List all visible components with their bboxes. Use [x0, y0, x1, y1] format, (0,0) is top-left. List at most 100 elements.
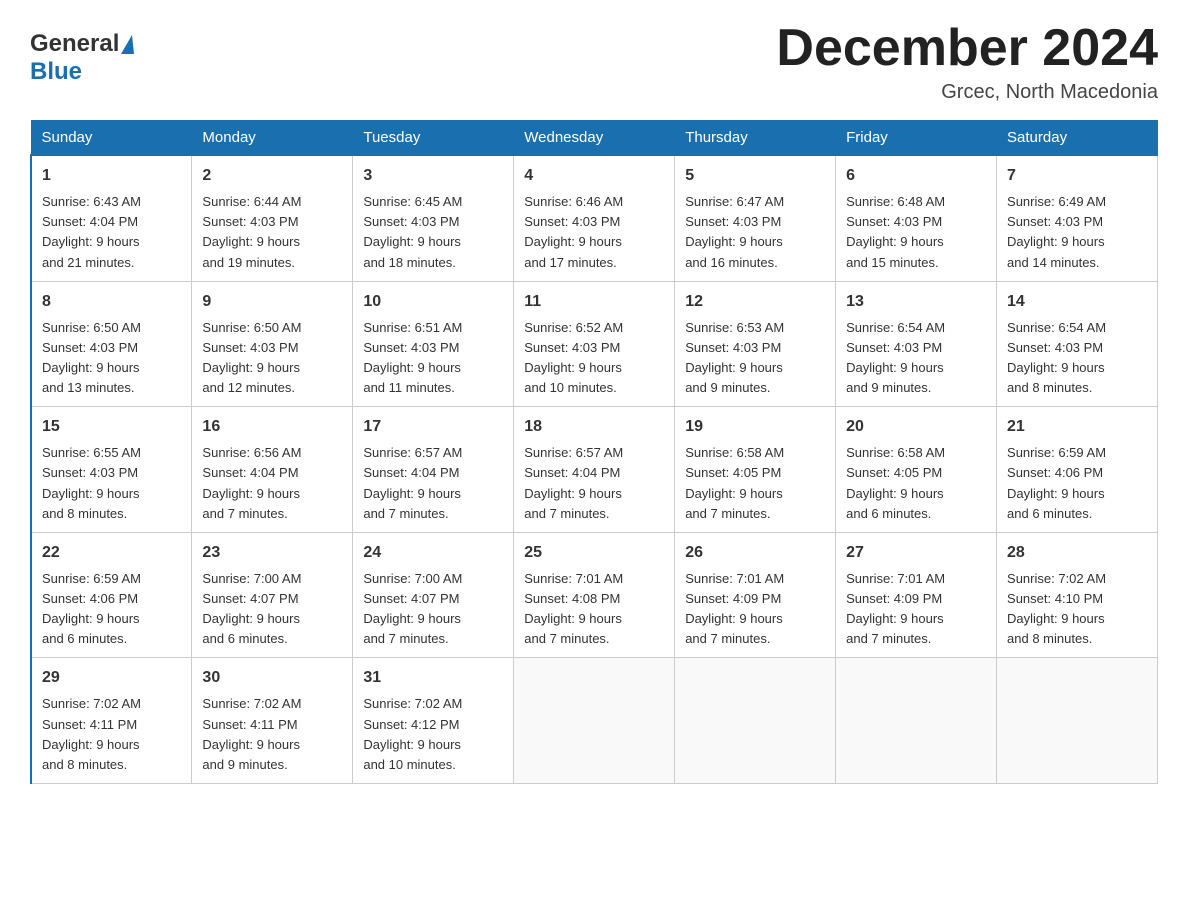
- day-info: Sunrise: 6:50 AMSunset: 4:03 PMDaylight:…: [202, 318, 342, 399]
- calendar-day-cell: 4 Sunrise: 6:46 AMSunset: 4:03 PMDaylight…: [514, 155, 675, 281]
- calendar-day-cell: [514, 658, 675, 784]
- calendar-day-cell: 28 Sunrise: 7:02 AMSunset: 4:10 PMDayligh…: [997, 532, 1158, 658]
- calendar-day-cell: 26 Sunrise: 7:01 AMSunset: 4:09 PMDayligh…: [675, 532, 836, 658]
- calendar-day-cell: 30 Sunrise: 7:02 AMSunset: 4:11 PMDayligh…: [192, 658, 353, 784]
- day-info: Sunrise: 6:57 AMSunset: 4:04 PMDaylight:…: [524, 443, 664, 524]
- day-number: 21: [1007, 415, 1147, 439]
- day-number: 18: [524, 415, 664, 439]
- day-number: 19: [685, 415, 825, 439]
- calendar-day-cell: 27 Sunrise: 7:01 AMSunset: 4:09 PMDayligh…: [836, 532, 997, 658]
- day-number: 28: [1007, 541, 1147, 565]
- calendar-day-cell: 20 Sunrise: 6:58 AMSunset: 4:05 PMDayligh…: [836, 407, 997, 533]
- day-info: Sunrise: 6:47 AMSunset: 4:03 PMDaylight:…: [685, 192, 825, 273]
- day-info: Sunrise: 7:02 AMSunset: 4:10 PMDaylight:…: [1007, 569, 1147, 650]
- calendar-day-cell: 16 Sunrise: 6:56 AMSunset: 4:04 PMDayligh…: [192, 407, 353, 533]
- logo-blue-text: Blue: [30, 58, 82, 85]
- col-thursday: Thursday: [675, 121, 836, 156]
- col-saturday: Saturday: [997, 121, 1158, 156]
- calendar-day-cell: 8 Sunrise: 6:50 AMSunset: 4:03 PMDaylight…: [31, 281, 192, 407]
- calendar-table: Sunday Monday Tuesday Wednesday Thursday…: [30, 120, 1158, 784]
- calendar-week-row: 29 Sunrise: 7:02 AMSunset: 4:11 PMDayligh…: [31, 658, 1158, 784]
- calendar-day-cell: 5Sunrise: 6:47 AMSunset: 4:03 PMDaylight…: [675, 155, 836, 281]
- calendar-day-cell: [836, 658, 997, 784]
- day-info: Sunrise: 6:46 AMSunset: 4:03 PMDaylight:…: [524, 192, 664, 273]
- day-number: 16: [202, 415, 342, 439]
- day-number: 23: [202, 541, 342, 565]
- calendar-day-cell: 17 Sunrise: 6:57 AMSunset: 4:04 PMDayligh…: [353, 407, 514, 533]
- day-number: 31: [363, 666, 503, 690]
- calendar-day-cell: 24 Sunrise: 7:00 AMSunset: 4:07 PMDayligh…: [353, 532, 514, 658]
- col-tuesday: Tuesday: [353, 121, 514, 156]
- day-info: Sunrise: 7:01 AMSunset: 4:09 PMDaylight:…: [846, 569, 986, 650]
- day-info: Sunrise: 6:49 AMSunset: 4:03 PMDaylight:…: [1007, 192, 1147, 273]
- calendar-week-row: 1Sunrise: 6:43 AMSunset: 4:04 PMDaylight…: [31, 155, 1158, 281]
- col-wednesday: Wednesday: [514, 121, 675, 156]
- day-info: Sunrise: 6:58 AMSunset: 4:05 PMDaylight:…: [846, 443, 986, 524]
- calendar-week-row: 22 Sunrise: 6:59 AMSunset: 4:06 PMDayligh…: [31, 532, 1158, 658]
- calendar-day-cell: 31 Sunrise: 7:02 AMSunset: 4:12 PMDayligh…: [353, 658, 514, 784]
- day-info: Sunrise: 6:54 AMSunset: 4:03 PMDaylight:…: [846, 318, 986, 399]
- day-number: 30: [202, 666, 342, 690]
- day-info: Sunrise: 6:54 AMSunset: 4:03 PMDaylight:…: [1007, 318, 1147, 399]
- day-number: 10: [363, 290, 503, 314]
- calendar-day-cell: 10 Sunrise: 6:51 AMSunset: 4:03 PMDayligh…: [353, 281, 514, 407]
- col-monday: Monday: [192, 121, 353, 156]
- calendar-day-cell: 14Sunrise: 6:54 AMSunset: 4:03 PMDayligh…: [997, 281, 1158, 407]
- calendar-day-cell: 9 Sunrise: 6:50 AMSunset: 4:03 PMDaylight…: [192, 281, 353, 407]
- calendar-day-cell: [675, 658, 836, 784]
- day-info: Sunrise: 6:51 AMSunset: 4:03 PMDaylight:…: [363, 318, 503, 399]
- calendar-day-cell: 12 Sunrise: 6:53 AMSunset: 4:03 PMDayligh…: [675, 281, 836, 407]
- day-info: Sunrise: 6:53 AMSunset: 4:03 PMDaylight:…: [685, 318, 825, 399]
- day-info: Sunrise: 6:43 AMSunset: 4:04 PMDaylight:…: [42, 192, 181, 273]
- day-number: 8: [42, 290, 181, 314]
- day-info: Sunrise: 6:48 AMSunset: 4:03 PMDaylight:…: [846, 192, 986, 273]
- calendar-day-cell: 1Sunrise: 6:43 AMSunset: 4:04 PMDaylight…: [31, 155, 192, 281]
- day-info: Sunrise: 6:57 AMSunset: 4:04 PMDaylight:…: [363, 443, 503, 524]
- day-number: 7: [1007, 164, 1147, 188]
- col-sunday: Sunday: [31, 121, 192, 156]
- day-number: 26: [685, 541, 825, 565]
- col-friday: Friday: [836, 121, 997, 156]
- logo-general-text: General: [30, 30, 119, 58]
- calendar-week-row: 8 Sunrise: 6:50 AMSunset: 4:03 PMDaylight…: [31, 281, 1158, 407]
- day-number: 4: [524, 164, 664, 188]
- day-number: 29: [42, 666, 181, 690]
- day-number: 9: [202, 290, 342, 314]
- title-area: December 2024 Grcec, North Macedonia: [776, 20, 1158, 104]
- day-info: Sunrise: 6:52 AMSunset: 4:03 PMDaylight:…: [524, 318, 664, 399]
- day-number: 27: [846, 541, 986, 565]
- day-info: Sunrise: 7:02 AMSunset: 4:11 PMDaylight:…: [42, 694, 181, 775]
- calendar-week-row: 15Sunrise: 6:55 AMSunset: 4:03 PMDayligh…: [31, 407, 1158, 533]
- day-number: 17: [363, 415, 503, 439]
- day-info: Sunrise: 7:00 AMSunset: 4:07 PMDaylight:…: [363, 569, 503, 650]
- location-title: Grcec, North Macedonia: [776, 81, 1158, 104]
- day-info: Sunrise: 7:01 AMSunset: 4:09 PMDaylight:…: [685, 569, 825, 650]
- day-number: 25: [524, 541, 664, 565]
- day-number: 12: [685, 290, 825, 314]
- day-number: 22: [42, 541, 181, 565]
- calendar-day-cell: 22 Sunrise: 6:59 AMSunset: 4:06 PMDayligh…: [31, 532, 192, 658]
- calendar-day-cell: 29 Sunrise: 7:02 AMSunset: 4:11 PMDayligh…: [31, 658, 192, 784]
- day-info: Sunrise: 7:02 AMSunset: 4:11 PMDaylight:…: [202, 694, 342, 775]
- calendar-day-cell: 11Sunrise: 6:52 AMSunset: 4:03 PMDayligh…: [514, 281, 675, 407]
- day-info: Sunrise: 6:58 AMSunset: 4:05 PMDaylight:…: [685, 443, 825, 524]
- day-info: Sunrise: 6:50 AMSunset: 4:03 PMDaylight:…: [42, 318, 181, 399]
- day-info: Sunrise: 6:59 AMSunset: 4:06 PMDaylight:…: [42, 569, 181, 650]
- day-info: Sunrise: 6:56 AMSunset: 4:04 PMDaylight:…: [202, 443, 342, 524]
- day-info: Sunrise: 7:00 AMSunset: 4:07 PMDaylight:…: [202, 569, 342, 650]
- day-number: 13: [846, 290, 986, 314]
- calendar-day-cell: 15Sunrise: 6:55 AMSunset: 4:03 PMDayligh…: [31, 407, 192, 533]
- logo-triangle-icon: [121, 35, 134, 54]
- month-title: December 2024: [776, 20, 1158, 77]
- day-number: 20: [846, 415, 986, 439]
- calendar-day-cell: 13 Sunrise: 6:54 AMSunset: 4:03 PMDayligh…: [836, 281, 997, 407]
- day-info: Sunrise: 7:02 AMSunset: 4:12 PMDaylight:…: [363, 694, 503, 775]
- day-number: 6: [846, 164, 986, 188]
- calendar-header-row: Sunday Monday Tuesday Wednesday Thursday…: [31, 121, 1158, 156]
- calendar-day-cell: 19 Sunrise: 6:58 AMSunset: 4:05 PMDayligh…: [675, 407, 836, 533]
- day-info: Sunrise: 6:44 AMSunset: 4:03 PMDaylight:…: [202, 192, 342, 273]
- day-info: Sunrise: 6:55 AMSunset: 4:03 PMDaylight:…: [42, 443, 181, 524]
- day-number: 3: [363, 164, 503, 188]
- page-header: General Blue December 2024 Grcec, North …: [30, 20, 1158, 104]
- day-number: 24: [363, 541, 503, 565]
